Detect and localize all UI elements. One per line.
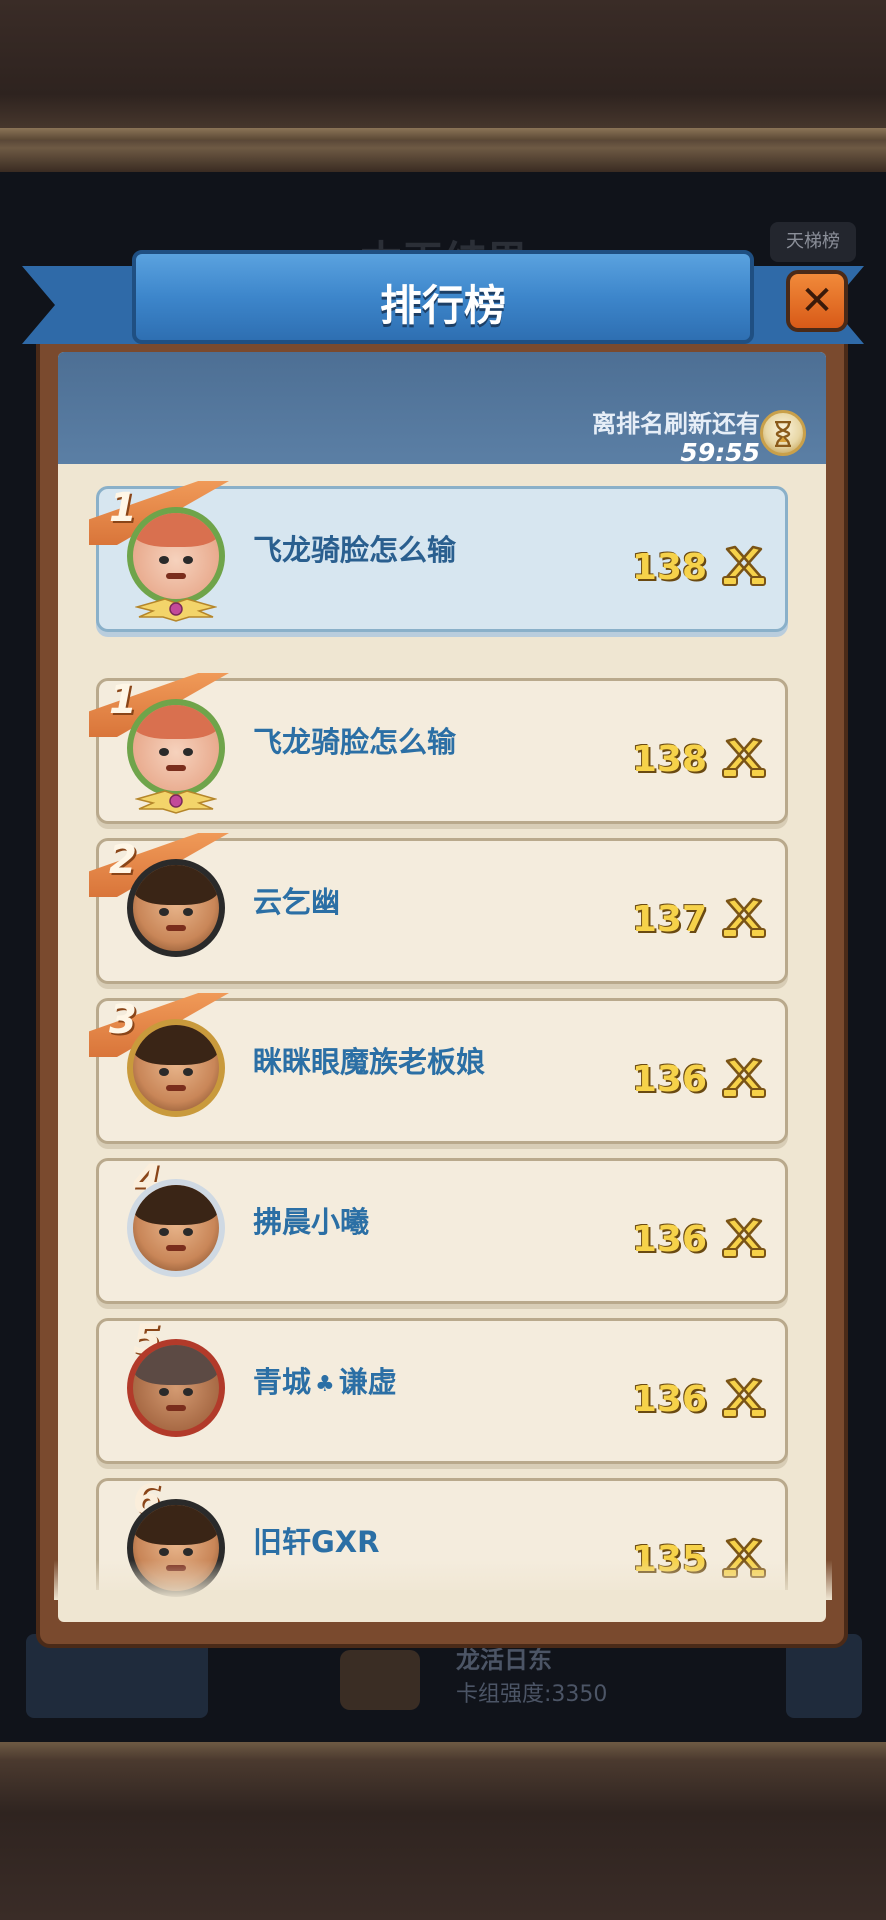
crossed-swords-icon [722,1217,766,1258]
crossed-swords-icon [722,1377,766,1418]
player-score: 137 [631,899,707,940]
player-name: 飞龙骑脸怎么输 [253,725,457,759]
crossed-swords-icon [722,737,766,778]
rank-row[interactable]: 3 眯眯眼魔族老板娘 136 [89,993,788,1144]
clover-icon: ♣ [315,1371,335,1397]
player-name: 云乞幽 [253,885,341,919]
player-score: 136 [631,1219,707,1260]
player-avatar [127,1179,225,1277]
self-rank-row[interactable]: 1 飞龙骑脸怎么输 138 [89,481,788,632]
player-avatar [127,859,225,957]
deck-power: 卡组强度:3350 [456,1682,608,1707]
banner-main: 排行榜 [132,250,754,344]
title-banner: 排行榜 [22,244,864,356]
bag-icon [340,1650,420,1710]
player-score: 138 [631,739,707,780]
rank-row[interactable]: 5 青城 ♣ 谦虚 136 [96,1317,788,1464]
player-avatar [127,1339,225,1437]
rank-row[interactable]: 2 云乞幽 137 [89,833,788,984]
player-score: 136 [631,1059,707,1100]
hourglass-icon [760,410,806,456]
player-name: 眯眯眼魔族老板娘 [253,1045,486,1079]
player-score: 138 [631,547,707,588]
player-avatar [127,507,225,605]
list-fade [54,1560,832,1600]
background-bottom-frame [0,1742,886,1920]
player-avatar [127,1019,225,1117]
player-avatar [127,699,225,797]
rank-row[interactable]: 1 飞龙骑脸怎么输 138 [89,673,788,824]
player-name-part: 谦虚 [338,1365,397,1399]
player-score: 136 [631,1379,707,1420]
player-name: 青城 ♣ 谦虚 [253,1359,397,1401]
refresh-header: 离排名刷新还有 59:55 [58,352,826,467]
wings-icon [135,790,217,814]
player-name-part: 青城 [253,1365,312,1399]
player-name: 旧轩GXR [253,1525,380,1559]
close-button[interactable]: ✕ [786,270,848,332]
page-title: 排行榜 [379,281,506,330]
rank-row[interactable]: 4 拂晨小曦 136 [96,1157,788,1304]
background-top-frame [0,0,886,172]
player-name: 飞龙骑脸怎么输 [253,533,457,567]
crossed-swords-icon [722,1057,766,1098]
close-icon: ✕ [800,278,834,324]
wings-icon [135,598,217,622]
crossed-swords-icon [722,897,766,938]
refresh-label: 离排名刷新还有 [592,410,760,438]
crossed-swords-icon [722,545,766,586]
player-name: 拂晨小曦 [253,1205,370,1239]
refresh-countdown: 59:55 [680,438,760,467]
